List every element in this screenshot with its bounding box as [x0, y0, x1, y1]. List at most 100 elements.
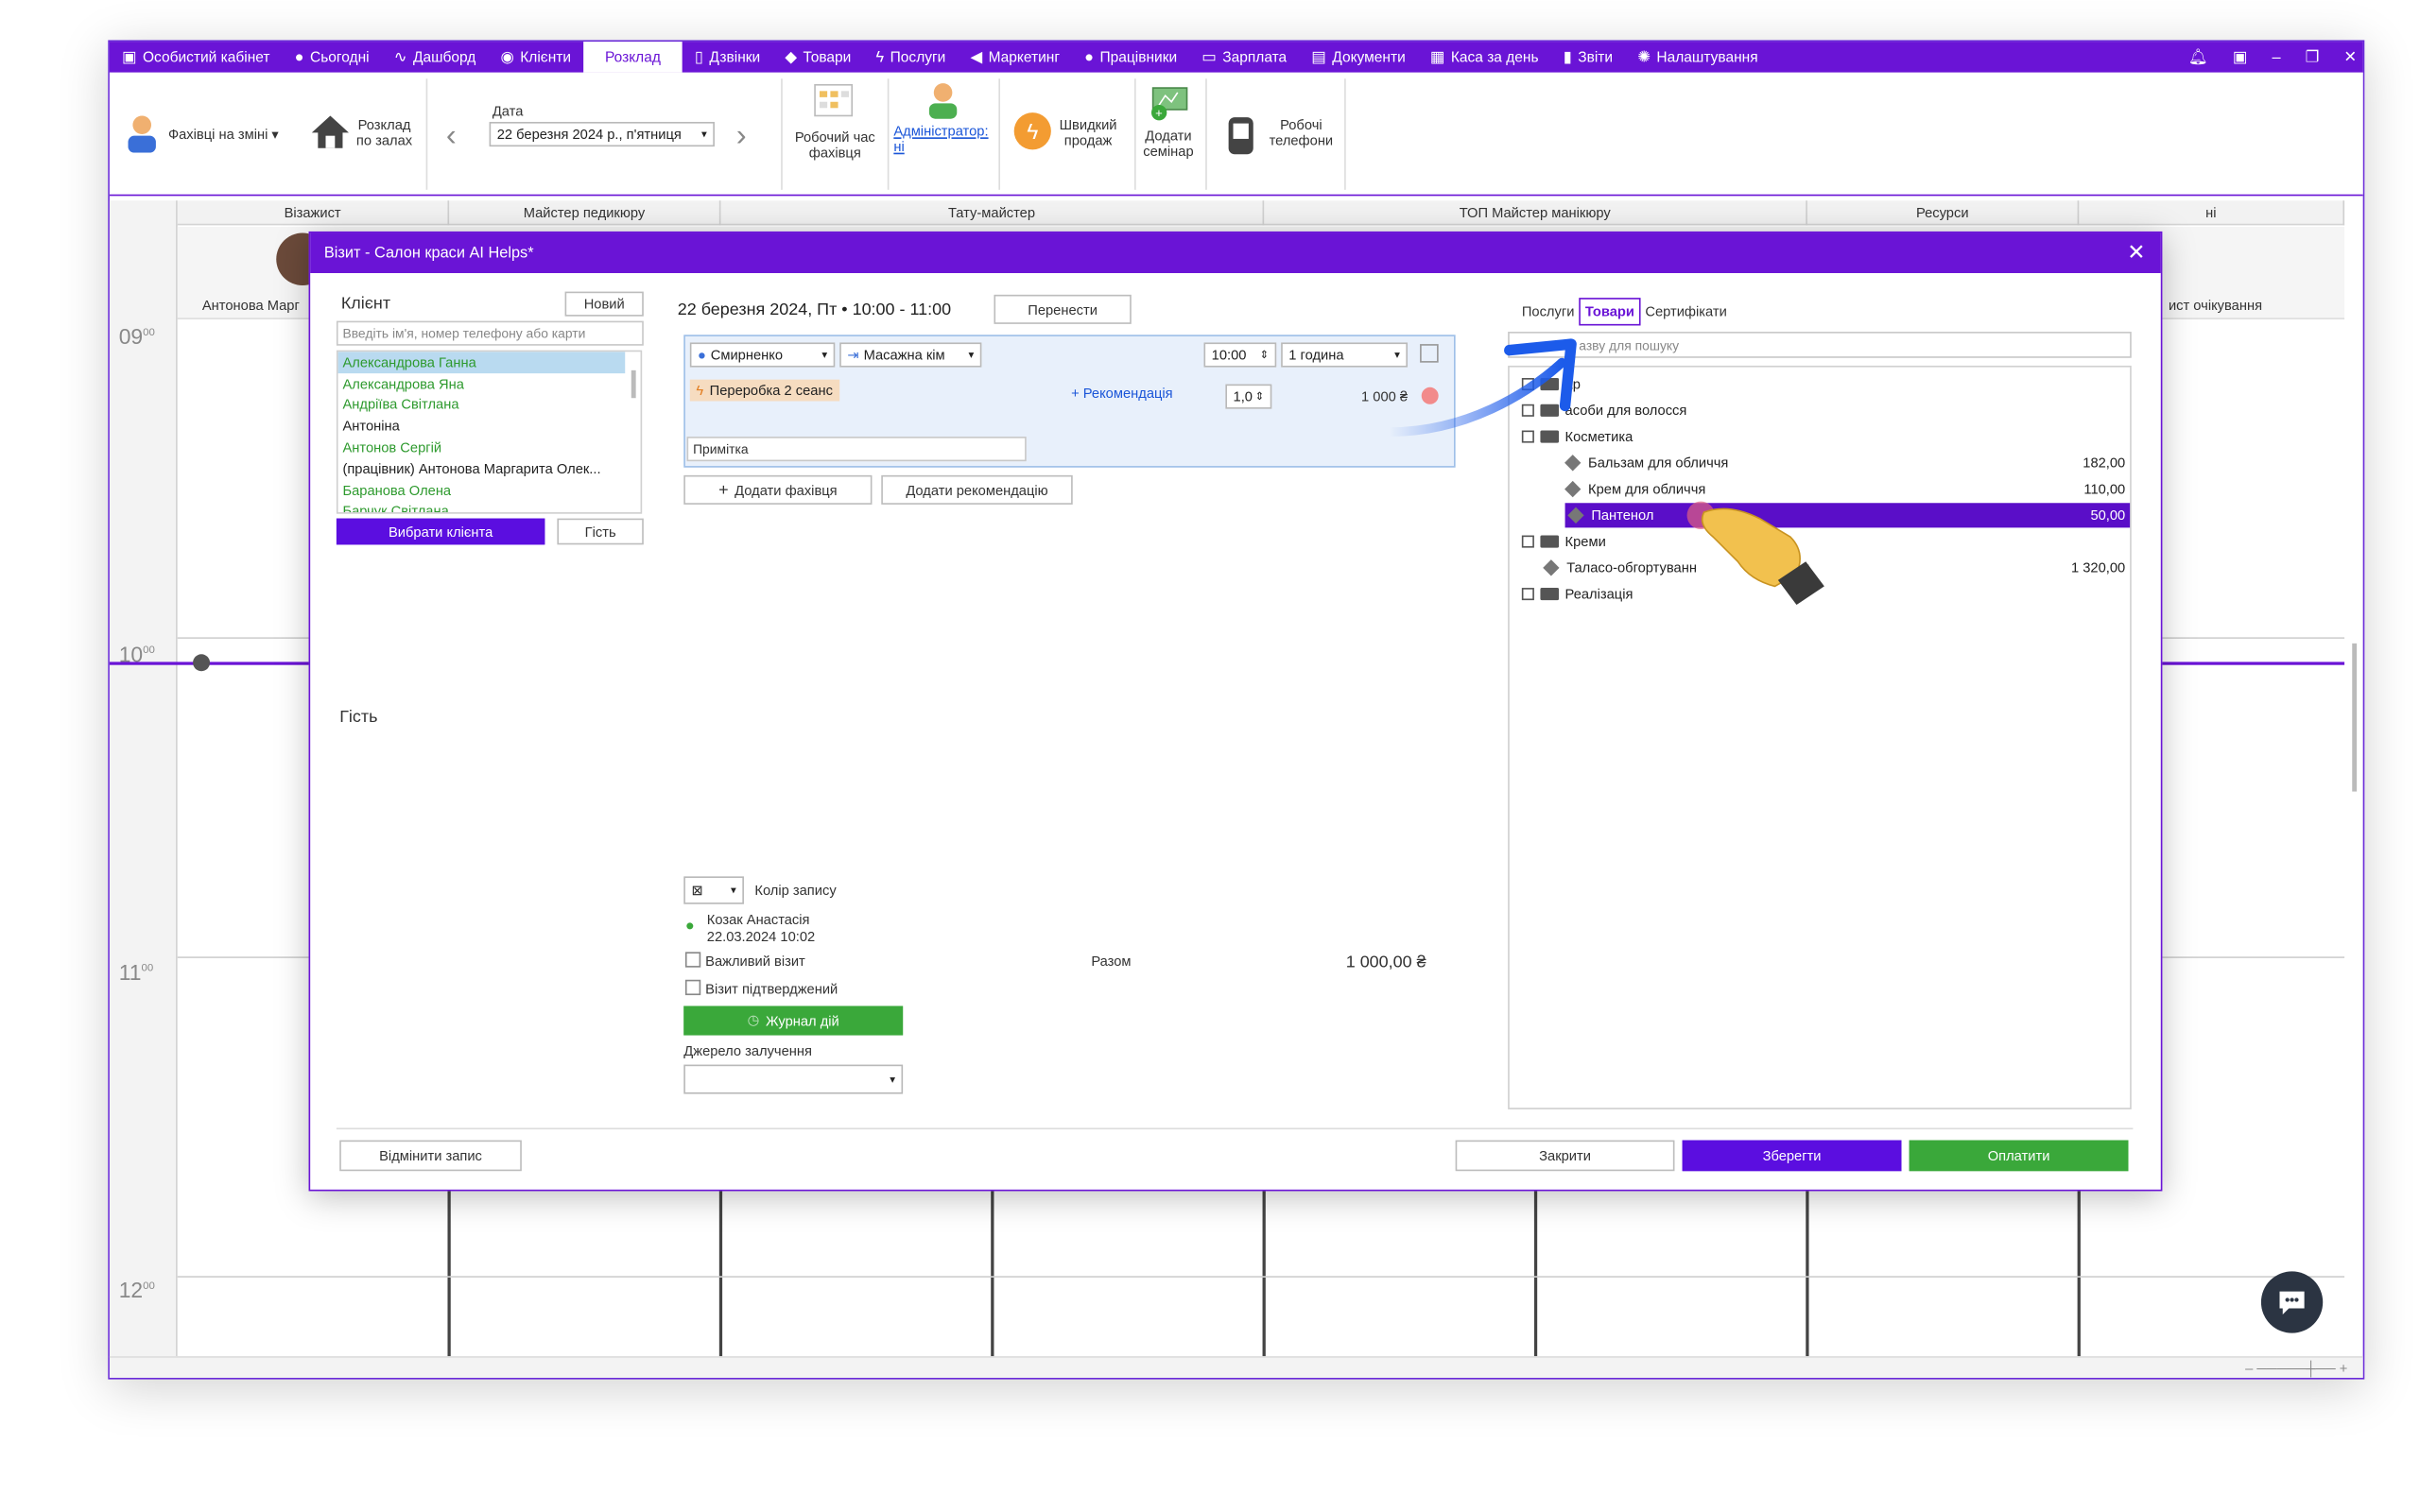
product-search-input[interactable]: азву для пошуку [1508, 332, 2132, 358]
close-icon[interactable]: ✕ [2127, 239, 2145, 266]
specialist-dropdown[interactable]: ● Смирненко ▾ [689, 342, 836, 368]
tree-item[interactable]: Пантенол 50,00 [1564, 503, 2131, 528]
activity-log-button[interactable]: ◷ Журнал дій [683, 1005, 904, 1036]
expand-icon[interactable] [1521, 588, 1534, 601]
choose-client-button[interactable]: Вибрати клієнта [336, 518, 545, 545]
new-client-button[interactable]: Новий [564, 291, 644, 317]
menu-item[interactable]: ✺ Налаштування [1625, 42, 1771, 73]
menu-item[interactable]: Розклад [583, 42, 683, 73]
administrator-link[interactable]: Адміністратор: ні [893, 124, 995, 155]
lock-icon[interactable]: ▣ [2233, 48, 2247, 65]
menu-item[interactable]: ▭ Зарплата [1189, 42, 1299, 73]
menu-item[interactable]: ▦ Каса за день [1418, 42, 1551, 73]
today-icon: ● [294, 48, 304, 66]
menu-item[interactable]: ● Сьогодні [283, 42, 382, 73]
tab-certificates[interactable]: Сертифікати [1640, 298, 1731, 325]
schedule-by-halls-button[interactable]: Розклад по залах [351, 117, 419, 148]
tree-label: Бальзам для обличчя [1588, 455, 1729, 471]
client-list-item[interactable]: Баранова Олена [338, 479, 626, 501]
save-button[interactable]: Зберегти [1682, 1140, 1902, 1172]
add-seminar-button[interactable]: Додати семінар [1134, 129, 1202, 160]
menu-item[interactable]: ▤ Документи [1299, 42, 1418, 73]
product-search-placeholder: азву для пошуку [1579, 336, 1680, 353]
bell-icon[interactable]: 🔔︎ [2188, 48, 2208, 65]
move-button[interactable]: Перенести [994, 294, 1132, 324]
service-name: Переробка 2 сеанс [709, 382, 833, 399]
menu-item[interactable]: ● Працівники [1072, 42, 1189, 73]
quantity-stepper[interactable]: 1,0 ⇕ [1225, 384, 1272, 409]
recommendation-link[interactable]: + Рекомендація [1071, 386, 1173, 401]
menu-item[interactable]: ▣ Особистий кабінет [110, 42, 283, 73]
menu-item[interactable]: ∿ Дашборд [382, 42, 489, 73]
services-icon: ϟ [875, 48, 885, 66]
note-placeholder: Примітка [693, 440, 749, 457]
client-list-item[interactable]: Антонов Сергій [338, 437, 626, 458]
menu-item[interactable]: ◀ Маркетинг [958, 42, 1072, 73]
client-list-item[interactable]: Александрова Ганна [337, 352, 626, 373]
room-icon: ⇥ [847, 346, 859, 362]
add-specialist-label: Додати фахівця [735, 482, 838, 498]
pay-button[interactable]: Оплатити [1909, 1140, 2129, 1172]
tree-item[interactable]: Бальзам для обличчя 182,00 [1510, 451, 2130, 475]
quantity-value: 1,0 [1233, 388, 1253, 404]
guest-button[interactable]: Гість [557, 518, 644, 545]
restore-icon[interactable]: ❐ [2306, 48, 2320, 65]
chat-icon[interactable] [2260, 1271, 2324, 1333]
client-list[interactable]: Александрова Ганна Александрова Яна Андрії… [336, 350, 643, 514]
menu-item[interactable]: ▯ Дзвінки [683, 42, 773, 73]
expand-icon[interactable] [1521, 535, 1534, 548]
ribbon: Фахівці на зміні ▾ Розклад по залах ‹ Да… [109, 72, 2363, 197]
time-stepper[interactable]: 10:00 ⇕ [1203, 342, 1277, 368]
client-list-item[interactable]: Барчук Світлана [338, 501, 626, 512]
source-dropdown[interactable]: ▾ [683, 1064, 904, 1094]
client-list-item[interactable]: Андріїва Світлана [338, 394, 626, 416]
visit-confirmed-checkbox[interactable] [684, 979, 701, 996]
close-button[interactable]: Закрити [1455, 1140, 1675, 1172]
menu-item[interactable]: ϟ Послуги [863, 42, 958, 73]
client-list-scrollbar[interactable] [631, 369, 636, 399]
menu-item[interactable]: ◉ Клієнти [488, 42, 583, 73]
important-visit-checkbox[interactable] [684, 952, 701, 968]
menu-item[interactable]: ◆ Товари [772, 42, 863, 73]
close-icon[interactable]: ✕ [2343, 48, 2357, 65]
time-column: 0900 1000 1100 1200 [109, 200, 178, 1358]
specialists-on-shift-dropdown[interactable]: Фахівці на зміні ▾ [168, 127, 279, 142]
menu-item-label: Зарплата [1222, 48, 1288, 66]
tree-folder[interactable]: асоби для волосся [1510, 398, 2130, 422]
staff-icon: ● [1084, 48, 1094, 66]
room-dropdown[interactable]: ⇥ Масажна кім ▾ [839, 342, 982, 368]
note-input[interactable]: Примітка [686, 437, 1027, 462]
chevron-left-icon[interactable]: ‹ [446, 119, 457, 155]
cancel-record-button[interactable]: Відмінити запис [339, 1140, 522, 1172]
vertical-scrollbar[interactable] [2352, 643, 2358, 792]
menu-item[interactable]: ▮ Звіти [1551, 42, 1625, 73]
tree-folder[interactable]: Косметика [1510, 424, 2130, 449]
calls-icon: ▯ [694, 48, 703, 66]
dashboard-icon: ∿ [393, 48, 407, 66]
visit-confirmed-label: Візит підтверджений [705, 981, 838, 997]
client-list-item[interactable]: Александрова Яна [338, 373, 626, 395]
zoom-slider[interactable]: – ─────┼── + [2245, 1361, 2347, 1376]
work-time-specialist-button[interactable]: Робочий час фахівця [788, 129, 881, 161]
tree-folder[interactable]: ар [1510, 371, 2130, 396]
client-list-item[interactable]: (працівник) Антонова Маргарита Олек... [338, 458, 626, 480]
product-tree[interactable]: ар асоби для волосся Косметика Бальзам для … [1508, 365, 2132, 1109]
record-color-dropdown[interactable]: ⊠ ▾ [683, 876, 744, 904]
add-recommendation-button[interactable]: Додати рекомендацію [881, 474, 1073, 505]
menu-item-label: Дзвінки [709, 48, 761, 66]
tree-price: 50,00 [2090, 507, 2126, 524]
client-search-input[interactable]: Введіть ім'я, номер телефону або карти [336, 320, 644, 346]
minimize-icon[interactable]: – [2272, 48, 2280, 65]
main-menu: ▣ Особистий кабінет ● Сьогодні ∿ Дашборд ◉ Кліє… [109, 42, 2363, 73]
chevron-right-icon[interactable]: › [736, 119, 747, 155]
hour-label: 1200 [118, 1277, 155, 1302]
date-picker[interactable]: 22 березня 2024 р., п'ятниця ▾ [489, 121, 715, 147]
window-controls: 🔔︎ ▣ – ❐ ✕ [2188, 42, 2357, 73]
add-specialist-button[interactable]: + Додати фахівця [683, 474, 873, 505]
work-phones-button[interactable]: Робочі телефони [1267, 117, 1335, 148]
time-start-value: 10:00 [1211, 347, 1247, 363]
product-icon [1564, 480, 1582, 498]
quick-sale-button[interactable]: Швидкий продаж [1054, 117, 1122, 148]
service-badge[interactable]: ϟ Переробка 2 сеанс [689, 379, 839, 402]
client-list-item[interactable]: Антоніна [338, 416, 626, 438]
